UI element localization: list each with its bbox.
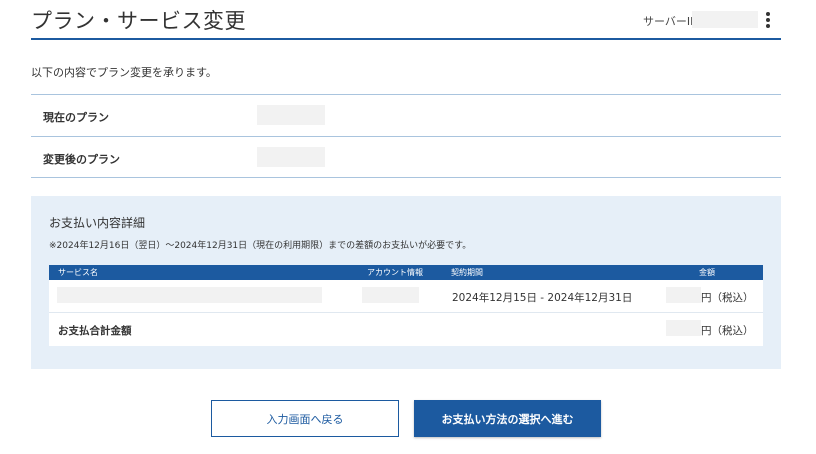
current-plan-value [257,105,325,125]
total-amount-suffix: 円（税込） [701,325,754,337]
current-plan-label: 現在のプラン [43,111,109,124]
payment-details-title: お支払い内容詳細 [49,216,146,230]
payment-table: サービス名 アカウント情報 契約期間 金額 2024年12月15日 - 2024… [49,265,763,346]
payment-details-panel: お支払い内容詳細 ※2024年12月16日（翌日）〜2024年12月31日（現在… [31,196,781,369]
new-plan-label: 変更後のプラン [43,153,120,166]
column-account: アカウント情報 [367,268,423,277]
more-options-icon[interactable] [764,12,772,30]
back-to-input-button[interactable]: 入力画面へ戻る [211,400,399,437]
column-service: サービス名 [58,268,98,277]
column-period: 契約期間 [451,268,483,277]
column-amount: 金額 [699,268,715,277]
account-info-value [362,287,419,303]
payment-note: ※2024年12月16日（翌日）〜2024年12月31日（現在の利用期限）までの… [49,241,472,251]
page-title: プラン・サービス変更 [31,9,246,33]
new-plan-value [257,147,325,167]
total-amount-value [666,320,701,336]
intro-text: 以下の内容でプラン変更を承ります。 [31,66,217,79]
table-row-total: お支払合計金額 円（税込） [49,313,763,346]
server-id-label: サーバーID [643,15,699,28]
amount-value [666,287,701,303]
payment-table-header: サービス名 アカウント情報 契約期間 金額 [49,265,763,280]
server-id-value [692,11,758,28]
page-header: プラン・サービス変更 サーバーID [31,0,781,40]
current-plan-row: 現在のプラン [31,94,781,136]
amount-suffix: 円（税込） [701,292,754,304]
service-name-value [57,287,322,303]
plan-table: 現在のプラン 変更後のプラン [31,94,781,178]
proceed-to-payment-button[interactable]: お支払い方法の選択へ進む [414,400,601,437]
new-plan-row: 変更後のプラン [31,136,781,178]
table-row: 2024年12月15日 - 2024年12月31日 円（税込） [49,280,763,313]
contract-period-value: 2024年12月15日 - 2024年12月31日 [452,292,633,304]
total-label: お支払合計金額 [58,325,132,337]
